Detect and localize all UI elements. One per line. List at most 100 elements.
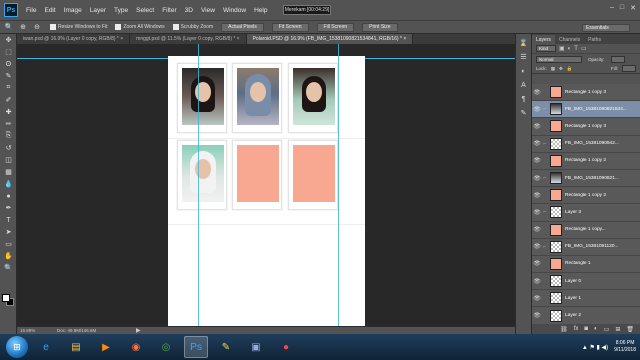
menu-help[interactable]: Help (250, 7, 271, 14)
layer-thumbnail[interactable] (550, 257, 562, 270)
history-brush-icon[interactable]: ↺ (2, 142, 15, 154)
actual-pixels-button[interactable]: Actual Pixels (221, 22, 264, 32)
filter-type-icon[interactable]: T (574, 46, 578, 52)
move-icon[interactable]: ✥ (2, 34, 15, 46)
layer-row[interactable]: 👁 Rectangle 1 copy 3 (532, 118, 640, 136)
firefox-icon[interactable]: ◉ (124, 336, 148, 358)
layer-row[interactable]: 👁 ⌐ FB_IMG_15381090942... (532, 135, 640, 153)
hand-icon[interactable]: ✋ (2, 250, 15, 262)
layer-name[interactable]: Rectangle 1 (565, 261, 591, 266)
tab-iwan[interactable]: iwan.psd @ 16.9% (Layer 0 copy, RGB/8) *… (17, 34, 131, 44)
tab-layers[interactable]: Layers (532, 35, 556, 44)
layer-row[interactable]: 👁 ⌐ FB_IMG_15381090821534... (532, 101, 640, 119)
layer-name[interactable]: Layer 1 (565, 296, 581, 301)
layer-name[interactable]: Rectangle 1 copy... (565, 227, 606, 232)
menu-select[interactable]: Select (132, 7, 158, 14)
properties-panel-icon[interactable]: ☰ (519, 52, 529, 62)
layer-thumbnail[interactable] (550, 206, 562, 219)
polaroid-frame-2[interactable] (232, 63, 282, 133)
layer-name[interactable]: Layer 0 (565, 279, 581, 284)
shape-icon[interactable]: ▭ (2, 238, 15, 250)
polaroid-frame-1[interactable] (177, 63, 227, 133)
color-swatches[interactable] (2, 294, 14, 306)
menu-layer[interactable]: Layer (86, 7, 110, 14)
gradient-icon[interactable]: ▦ (2, 166, 15, 178)
delete-layer-icon[interactable]: 🗑 (626, 326, 634, 333)
status-menu-arrow-icon[interactable]: ▶ (136, 327, 141, 334)
zoom-in-icon[interactable]: ⊕ (18, 22, 28, 32)
link-layers-icon[interactable]: ⛓ (560, 326, 568, 333)
camera-icon[interactable]: ▣ (244, 336, 268, 358)
zoom-all-windows-checkbox[interactable]: Zoom All Windows (115, 24, 165, 30)
fit-screen-button[interactable]: Fit Screen (271, 22, 309, 32)
layer-row[interactable]: 👁 Rectangle 1 copy 2 (532, 187, 640, 205)
path-select-icon[interactable]: ➤ (2, 226, 15, 238)
tab-mnggt[interactable]: mnggt.psd @ 11.5% (Layer 0 copy, RGB/8) … (130, 34, 247, 44)
dodge-icon[interactable]: ● (2, 190, 15, 202)
filter-pixel-icon[interactable]: ▣ (559, 45, 565, 52)
menu-edit[interactable]: Edit (40, 7, 59, 14)
print-size-button[interactable]: Print Size (362, 22, 398, 32)
layer-row[interactable]: 👁 Rectangle 1 copy 2 (532, 152, 640, 170)
workspace-select[interactable]: Essentials (582, 24, 630, 32)
layer-row[interactable]: 👁 ⌐ FB_IMG_15381090821... (532, 169, 640, 188)
layer-thumbnail[interactable] (550, 137, 562, 150)
tab-polaroid[interactable]: Polaroid.PSD @ 16.9% (FB_IMG_15381090821… (246, 34, 414, 44)
layer-thumbnail[interactable] (550, 223, 562, 236)
layer-thumbnail[interactable] (550, 172, 562, 185)
layer-thumbnail[interactable] (550, 275, 562, 288)
layer-row[interactable]: 👁 Layer 0 (532, 273, 640, 291)
stamp-icon[interactable]: ⎘ (2, 130, 15, 142)
character-panel-icon[interactable]: A (519, 80, 529, 90)
scrubby-zoom-checkbox[interactable]: Scrubby Zoom (172, 24, 213, 30)
layer-thumbnail[interactable] (550, 309, 562, 322)
layer-thumbnail[interactable] (550, 154, 562, 167)
fill-screen-button[interactable]: Fill Screen (316, 22, 355, 32)
opacity-field[interactable] (610, 55, 625, 63)
zoom-level[interactable]: 16.88% (17, 328, 37, 333)
adjustments-panel-icon[interactable]: ◐ (519, 66, 529, 76)
layer-thumbnail[interactable] (550, 103, 562, 116)
layer-name[interactable]: FB_IMG_15381090821534... (565, 107, 627, 112)
visibility-eye-icon[interactable]: 👁 (532, 106, 542, 113)
paragraph-panel-icon[interactable]: ¶ (519, 94, 529, 104)
menu-file[interactable]: File (22, 7, 40, 14)
healing-icon[interactable]: ✚ (2, 106, 15, 118)
zoom-out-icon[interactable]: ⊖ (32, 22, 42, 32)
canvas-area[interactable] (17, 44, 515, 326)
recorder-icon[interactable]: ● (274, 336, 298, 358)
menu-view[interactable]: View (197, 7, 219, 14)
menu-window[interactable]: Window (219, 7, 250, 14)
maximize-button[interactable]: □ (620, 4, 624, 12)
visibility-eye-icon[interactable]: 👁 (532, 123, 542, 130)
foreground-color-swatch[interactable] (2, 294, 10, 302)
layer-name[interactable]: FB_IMG_15381090942... (565, 141, 619, 146)
filter-kind-select[interactable]: Kind (536, 45, 556, 52)
lock-all-icon[interactable]: 🔒 (567, 66, 573, 72)
brush-icon[interactable]: ✏ (2, 118, 15, 130)
visibility-eye-icon[interactable]: 👁 (532, 243, 542, 250)
minimize-button[interactable]: – (610, 4, 614, 12)
visibility-eye-icon[interactable]: 👁 (532, 157, 542, 164)
crop-icon[interactable]: ⌗ (2, 82, 15, 94)
layer-row[interactable]: 👁 Layer 2 (532, 307, 640, 324)
zoom-tool-icon[interactable]: 🔍 (4, 22, 14, 32)
visibility-eye-icon[interactable]: 👁 (532, 175, 542, 182)
filter-shape-icon[interactable]: ▭ (581, 45, 587, 52)
visibility-eye-icon[interactable]: 👁 (532, 295, 542, 302)
lock-pixels-icon[interactable]: ▦ (551, 66, 555, 72)
layer-name[interactable]: FB_IMG_15381091130... (565, 244, 619, 249)
layer-thumbnail[interactable] (550, 86, 562, 99)
pen-icon[interactable]: ✒ (2, 202, 15, 214)
layer-name[interactable]: Rectangle 1 copy 3 (565, 90, 606, 95)
layer-thumbnail[interactable] (550, 120, 562, 133)
explorer-icon[interactable]: ▤ (64, 336, 88, 358)
start-button[interactable]: ⊞ (6, 336, 28, 358)
layer-name[interactable]: Layer 2 (565, 313, 581, 318)
quick-select-icon[interactable]: ✎ (2, 70, 15, 82)
blur-icon[interactable]: 💧 (2, 178, 15, 190)
eyedropper-icon[interactable]: ✐ (2, 94, 15, 106)
tray-icons[interactable]: ▲ ⚑ ▮ ◀) (582, 344, 608, 351)
visibility-eye-icon[interactable]: 👁 (532, 312, 542, 319)
visibility-eye-icon[interactable]: 👁 (532, 226, 542, 233)
